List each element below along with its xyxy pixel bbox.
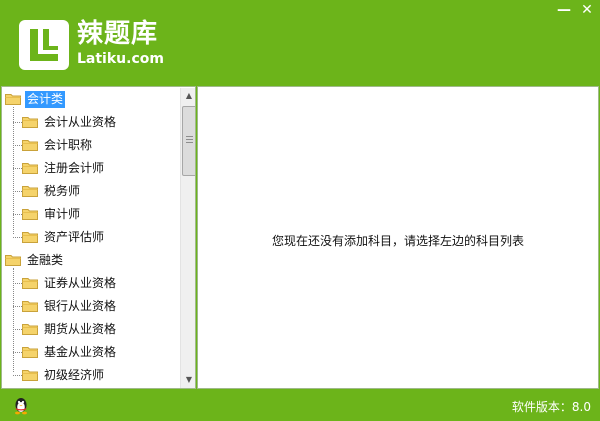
scroll-up-arrow-icon[interactable]: ▲ [181, 88, 195, 104]
folder-icon [22, 185, 38, 197]
folder-icon [22, 369, 38, 381]
tree-item[interactable]: 银行从业资格 [13, 296, 118, 316]
tree-item-label: 税务师 [44, 184, 81, 198]
tree-connector [13, 191, 22, 192]
tree-item[interactable]: 审计师 [13, 204, 82, 224]
status-bar: 软件版本：8.0 [0, 389, 600, 421]
tree-item-label: 银行从业资格 [44, 299, 117, 313]
folder-icon [22, 323, 38, 335]
folder-icon [22, 162, 38, 174]
empty-state-message: 您现在还没有添加科目，请选择左边的科目列表 [271, 234, 524, 248]
tree-connector [13, 214, 22, 215]
tree-connector [13, 352, 22, 353]
tree-connector [13, 306, 22, 307]
scroll-grip [186, 142, 193, 143]
tree-item[interactable]: 期货从业资格 [13, 319, 118, 339]
subject-tree-panel: 会计类会计从业资格 会计职称注册会计师税务师审计师资产评估师金融类证券从业资格 银行… [1, 86, 196, 389]
brand-url: Latiku.com [77, 51, 164, 67]
scroll-grip [186, 139, 193, 140]
tree-item-label: 期货从业资格 [44, 322, 117, 336]
tree-item-label: 会计从业资格 [44, 115, 117, 129]
folder-icon [22, 116, 38, 128]
tree-connector [13, 375, 22, 376]
folder-icon [5, 93, 21, 105]
tree-item-label: 初级经济师 [44, 368, 105, 382]
tree-item-label: 会计职称 [44, 138, 93, 152]
brand-name: 辣题库 [77, 19, 159, 49]
tree-connector [13, 283, 22, 284]
minimize-button[interactable]: — [553, 0, 575, 20]
tree-item-label: 资产评估师 [44, 230, 105, 244]
folder-icon [22, 231, 38, 243]
tree-connector [13, 237, 22, 238]
tree-item-label: 注册会计师 [44, 161, 105, 175]
tree-item[interactable]: 注册会计师 [13, 158, 106, 178]
scroll-down-arrow-icon[interactable]: ▼ [181, 372, 195, 388]
tree-category[interactable]: 金融类 [5, 250, 65, 270]
app-header: 辣题库 Latiku.com — ✕ [0, 0, 600, 86]
close-button[interactable]: ✕ [576, 0, 598, 20]
tree-item[interactable]: 证券从业资格 [13, 273, 118, 293]
tree-item[interactable]: 基金从业资格 [13, 342, 118, 362]
folder-icon [22, 208, 38, 220]
tree-category-label: 会计类 [25, 91, 66, 108]
tree-item-label: 审计师 [44, 207, 81, 221]
tree-item[interactable]: 会计从业资格 [13, 112, 118, 132]
subject-content-panel: 您现在还没有添加科目，请选择左边的科目列表 [197, 86, 599, 389]
tree-item[interactable]: 税务师 [13, 181, 82, 201]
folder-icon [22, 300, 38, 312]
folder-icon [22, 277, 38, 289]
tree-item[interactable]: 会计职称 [13, 135, 94, 155]
tree-scrollbar[interactable]: ▲ ▼ [180, 88, 195, 388]
tree-connector [13, 329, 22, 330]
tree-category[interactable]: 会计类 [5, 89, 66, 109]
scroll-grip [186, 136, 193, 137]
tree-item-label: 证券从业资格 [44, 276, 117, 290]
tree-item[interactable]: 初级经济师 [13, 365, 106, 385]
tree-connector [13, 122, 22, 123]
software-version: 软件版本：8.0 [511, 400, 591, 414]
tree-connector [13, 168, 22, 169]
tree-connector [13, 145, 22, 146]
latiku-logo-icon [19, 20, 69, 70]
folder-icon [22, 346, 38, 358]
tree-category-label: 金融类 [27, 253, 64, 267]
scroll-thumb[interactable] [182, 106, 195, 176]
folder-icon [22, 139, 38, 151]
folder-icon [5, 254, 21, 266]
tree-item[interactable]: 资产评估师 [13, 227, 106, 247]
qq-penguin-icon[interactable] [12, 397, 30, 415]
tree-item-label: 基金从业资格 [44, 345, 117, 359]
